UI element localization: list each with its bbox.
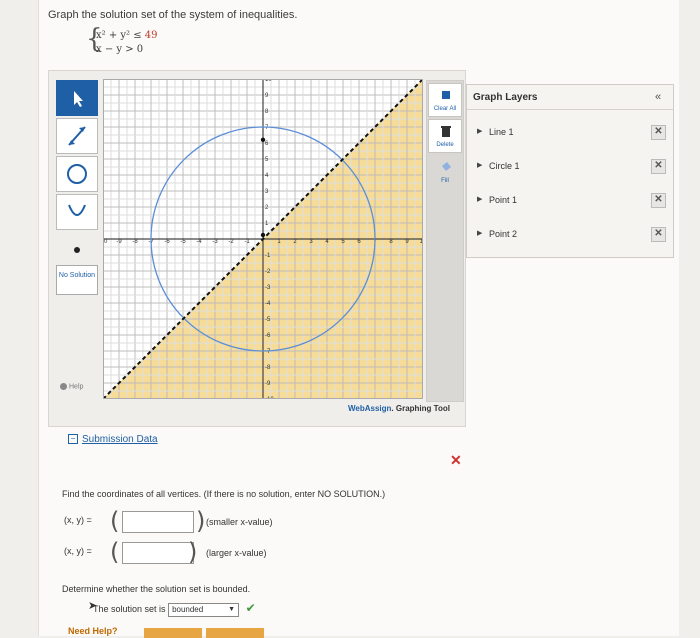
graph-layers-title: Graph Layers: [473, 92, 538, 103]
clear-all-icon: [439, 88, 453, 102]
x-tick-label: -9: [116, 239, 122, 245]
clear-all-button[interactable]: Clear All: [428, 83, 462, 117]
bounded-select[interactable]: bounded ▼: [168, 602, 240, 617]
inequality-2: x − y > 0: [96, 44, 144, 55]
need-help-label: Need Help?: [68, 626, 118, 636]
delete-layer-icon[interactable]: ✕: [651, 125, 666, 140]
fill-bucket-icon: [439, 160, 453, 174]
webassign-brand: WebAssign. Graphing Tool: [348, 404, 450, 413]
y-tick-label: -2: [265, 269, 271, 275]
y-tick-label: -1: [265, 253, 271, 259]
x-tick-label: -8: [132, 239, 138, 245]
pointer-tool-button[interactable]: [56, 80, 98, 116]
graph-layers-header: Graph Layers «: [467, 85, 673, 110]
expand-icon: ▶: [477, 128, 483, 135]
chevron-down-icon: ▼: [228, 605, 236, 613]
answer-input-2[interactable]: [122, 542, 194, 564]
collapse-icon[interactable]: «: [655, 91, 661, 103]
answer-input-1[interactable]: [122, 511, 194, 533]
x-tick-label: -6: [164, 239, 170, 245]
incorrect-mark-icon: ✕: [450, 452, 462, 468]
x-tick-label: -5: [180, 239, 186, 245]
delete-layer-icon[interactable]: ✕: [651, 227, 666, 242]
answer-row-1: (x, y) = ( ) (smaller x-value): [64, 507, 273, 535]
graph-side-toolbar: Clear All Delete Fill: [426, 80, 464, 402]
y-tick-label: -4: [265, 301, 271, 307]
x-tick-label: -3: [212, 239, 218, 245]
x-tick-label: -4: [196, 239, 202, 245]
x-tick-label: -1: [244, 239, 250, 245]
y-tick-label: -6: [265, 333, 271, 339]
help-link[interactable]: Help: [60, 383, 83, 390]
expand-icon: ▶: [477, 196, 483, 203]
graph-layers-panel: Graph Layers « ▶ Line 1 ✕ ▶ Circle 1 ✕ ▶ Poin…: [466, 84, 674, 258]
watch-it-button[interactable]: [206, 628, 264, 638]
layer-circle-1[interactable]: ▶ Circle 1 ✕: [467, 153, 673, 179]
y-tick-label: -7: [265, 349, 271, 355]
parabola-tool-button[interactable]: [56, 194, 98, 230]
submission-data-toggle[interactable]: − Submission Data: [68, 434, 158, 445]
y-tick-label: -3: [265, 285, 271, 291]
expand-box-icon: −: [68, 434, 78, 445]
layer-point-1[interactable]: ▶ Point 1 ✕: [467, 187, 673, 213]
correct-check-icon: ✔: [245, 601, 256, 615]
no-solution-button[interactable]: No Solution: [56, 265, 98, 295]
line-icon: [68, 126, 86, 146]
bounded-question: Determine whether the solution set is bo…: [62, 584, 251, 594]
help-icon: [60, 383, 67, 390]
read-it-button[interactable]: [144, 628, 202, 638]
y-tick-label: -5: [265, 317, 271, 323]
graph-area[interactable]: -10-9-8-7-6-5-4-3-2-11234567891010987654…: [103, 79, 423, 399]
point-marker: [260, 137, 266, 142]
delete-button[interactable]: Delete: [428, 119, 462, 153]
layer-point-2[interactable]: ▶ Point 2 ✕: [467, 221, 673, 247]
point-icon: [74, 247, 80, 253]
pointer-icon: [74, 91, 83, 107]
delete-layer-icon[interactable]: ✕: [651, 159, 666, 174]
delete-layer-icon[interactable]: ✕: [651, 193, 666, 208]
y-tick-label: -9: [265, 381, 271, 387]
bounded-answer-row: The solution set is bounded ▼ ✔: [93, 601, 256, 617]
layer-line-1[interactable]: ▶ Line 1 ✕: [467, 119, 673, 145]
circle-tool-button[interactable]: [56, 156, 98, 192]
fill-button[interactable]: Fill: [428, 155, 462, 189]
point-marker: [260, 232, 266, 238]
problem-prompt: Graph the solution set of the system of …: [48, 9, 298, 21]
inequality-1: x² + y² ≤ 49: [96, 30, 158, 41]
vertices-question: Find the coordinates of all vertices. (I…: [62, 489, 386, 499]
line-tool-button[interactable]: [56, 118, 98, 154]
x-tick-label: -2: [228, 239, 234, 245]
parabola-icon: [68, 204, 86, 216]
y-tick-label: -8: [265, 365, 271, 371]
expand-icon: ▶: [477, 230, 483, 237]
answer-row-2: (x, y) = ( ) (larger x-value): [64, 538, 267, 566]
point-tool-button[interactable]: [56, 232, 98, 268]
circle-icon: [67, 164, 87, 184]
trash-icon: [439, 124, 453, 138]
expand-icon: ▶: [477, 162, 483, 169]
